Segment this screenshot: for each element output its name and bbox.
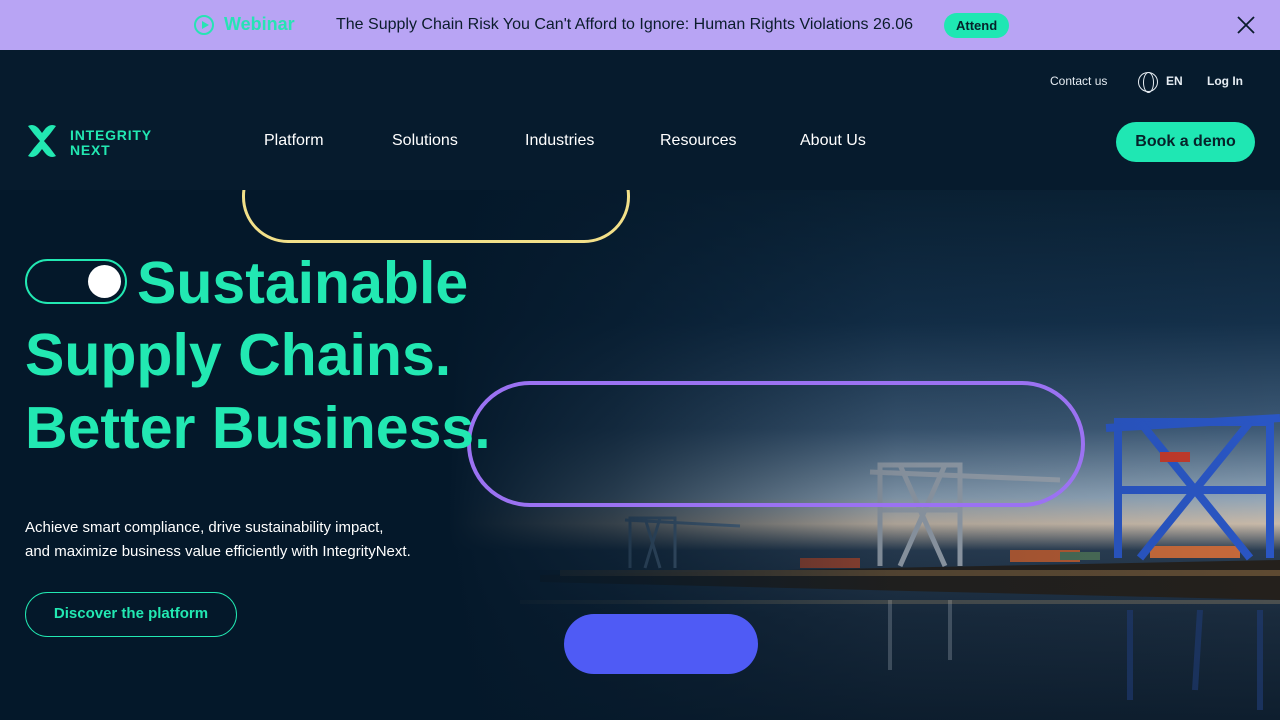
webinar-tag: Webinar [224, 14, 295, 34]
logo-line-1: INTEGRITY [70, 127, 152, 143]
logo-wordmark[interactable]: INTEGRITY NEXT [70, 128, 152, 158]
play-circle-icon [194, 15, 214, 35]
hero-subtext-line-2: and maximize business value efficiently … [25, 543, 411, 560]
headline-line-3: Better Business. [25, 395, 491, 461]
nav-about-us[interactable]: About Us [800, 132, 866, 150]
headline-line-2: Supply Chains. [25, 322, 452, 388]
announcement-bar: Webinar The Supply Chain Risk You Can't … [0, 0, 1280, 50]
blue-pill-decoration [564, 614, 758, 674]
language-selector[interactable]: EN [1166, 74, 1183, 88]
attend-button[interactable]: Attend [944, 13, 1010, 38]
announcement-message[interactable]: The Supply Chain Risk You Can't Afford t… [336, 16, 913, 34]
globe-icon[interactable] [1138, 72, 1158, 93]
toggle-decoration [25, 259, 127, 304]
book-demo-button[interactable]: Book a demo [1116, 122, 1255, 162]
nav-resources[interactable]: Resources [660, 132, 736, 150]
toggle-knob [88, 265, 121, 298]
purple-pill-decoration [467, 381, 1085, 507]
logo-line-2: NEXT [70, 142, 111, 158]
headline-line-1: Sustainable [137, 250, 469, 316]
site-header: Contact us EN Log In INTEGRITY NEXT Plat… [0, 50, 1280, 190]
login-link[interactable]: Log In [1207, 74, 1243, 88]
hero-section: Sustainable Supply Chains. Better Busine… [0, 190, 1280, 720]
close-icon[interactable] [1234, 13, 1258, 37]
hero-subtext-line-1: Achieve smart compliance, drive sustaina… [25, 519, 384, 536]
nav-industries[interactable]: Industries [525, 132, 594, 150]
yellow-pill-decoration [242, 190, 630, 243]
discover-platform-button[interactable]: Discover the platform [25, 592, 237, 637]
contact-us-link[interactable]: Contact us [1050, 74, 1107, 88]
nav-solutions[interactable]: Solutions [392, 132, 458, 150]
nav-platform[interactable]: Platform [264, 132, 324, 150]
hero-subtext: Achieve smart compliance, drive sustaina… [25, 516, 485, 564]
